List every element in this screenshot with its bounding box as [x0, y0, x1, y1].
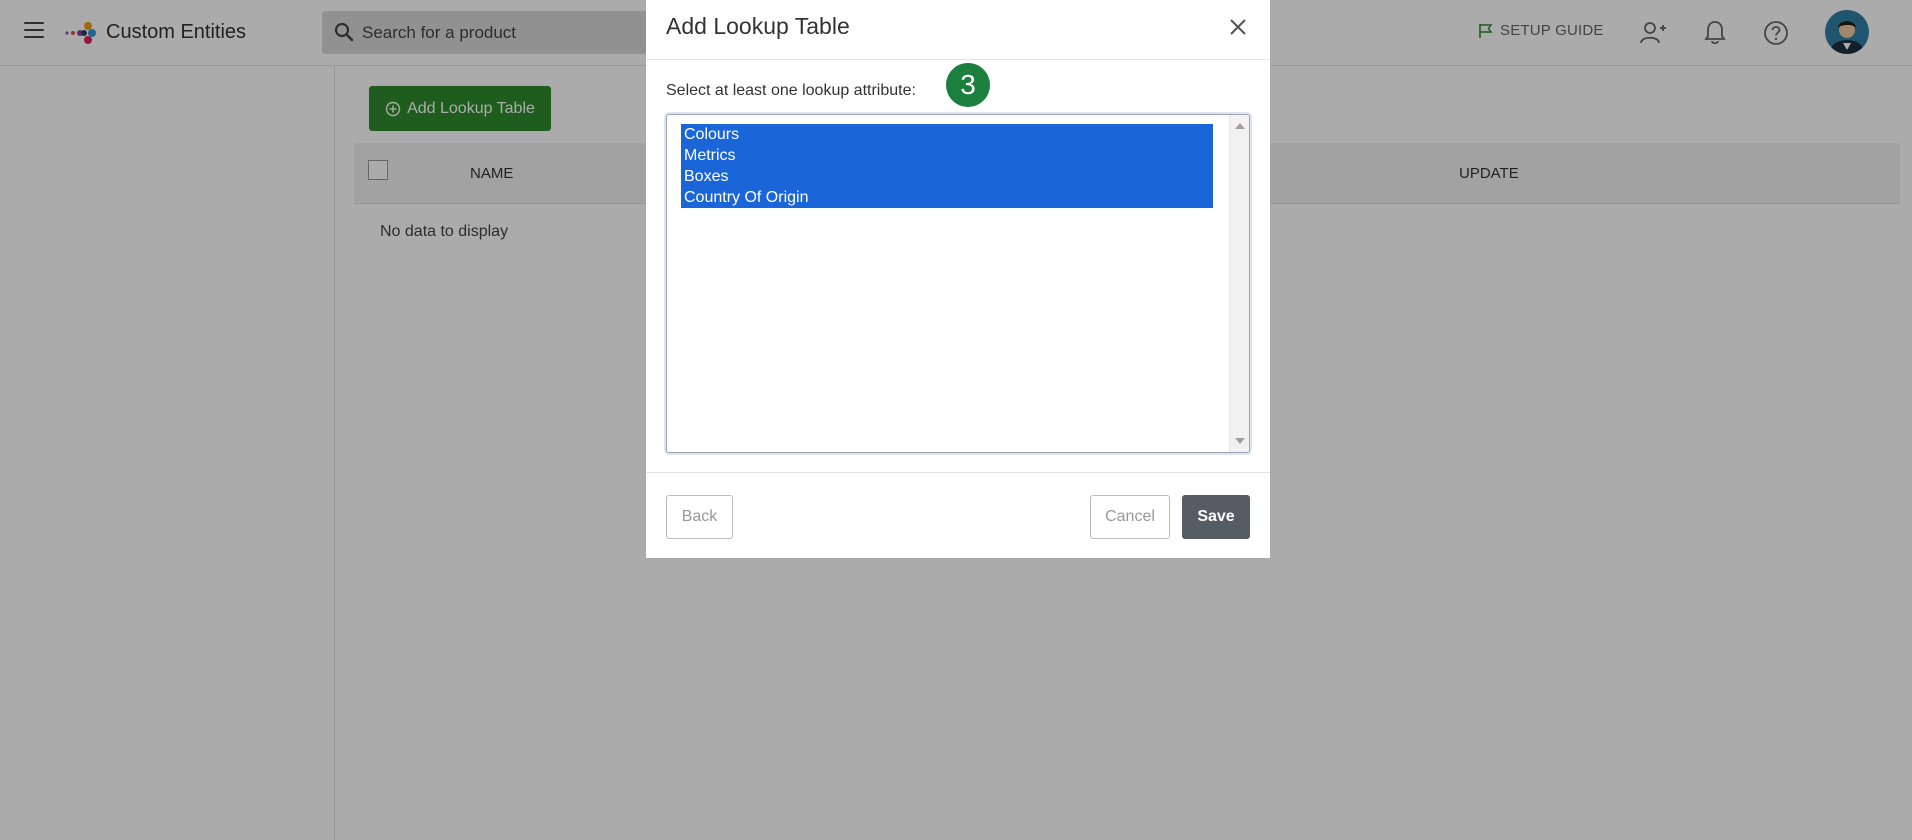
listbox-options: Colours Metrics Boxes Country Of Origin — [681, 124, 1213, 208]
back-button[interactable]: Back — [666, 495, 733, 539]
dialog-footer: Back Cancel Save — [646, 472, 1270, 558]
lookup-attribute-listbox[interactable]: Colours Metrics Boxes Country Of Origin — [666, 114, 1250, 453]
lookup-attribute-prompt: Select at least one lookup attribute: — [666, 82, 916, 99]
save-button[interactable]: Save — [1182, 495, 1250, 539]
add-lookup-table-dialog: Add Lookup Table Select at least one loo… — [646, 0, 1270, 558]
step-number-badge: 3 — [946, 63, 990, 107]
listbox-option-boxes[interactable]: Boxes — [681, 166, 1213, 187]
listbox-option-metrics[interactable]: Metrics — [681, 145, 1213, 166]
cancel-button[interactable]: Cancel — [1090, 495, 1170, 539]
dialog-header: Add Lookup Table — [646, 0, 1270, 60]
close-icon[interactable] — [1228, 17, 1248, 37]
dialog-title: Add Lookup Table — [666, 13, 850, 39]
listbox-option-country-of-origin[interactable]: Country Of Origin — [681, 187, 1213, 208]
scroll-up-arrow-icon[interactable] — [1235, 123, 1245, 129]
listbox-scrollbar[interactable] — [1229, 115, 1249, 452]
scroll-down-arrow-icon[interactable] — [1235, 438, 1245, 444]
listbox-option-colours[interactable]: Colours — [681, 124, 1213, 145]
